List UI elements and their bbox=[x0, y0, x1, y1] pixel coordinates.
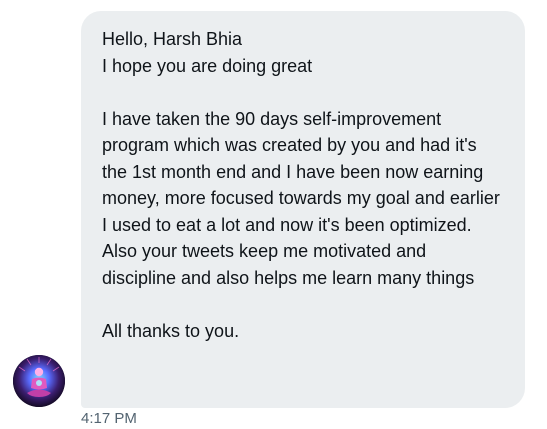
dm-conversation: Hello, Harsh Bhia I hope you are doing g… bbox=[0, 0, 547, 429]
message-paragraph-program: I have taken the 90 days self-improvemen… bbox=[102, 108, 500, 235]
meditating-figure-avatar-icon bbox=[13, 355, 65, 407]
message-line-greeting: Hello, Harsh Bhia bbox=[102, 29, 243, 49]
message-line-thanks: All thanks to you. bbox=[102, 320, 240, 341]
message-line-wellwish: I hope you are doing great bbox=[102, 55, 313, 76]
message-paragraph-tweets: Also your tweets keep me motivated and d… bbox=[102, 241, 475, 288]
sender-avatar[interactable] bbox=[13, 355, 65, 407]
message-timestamp: 4:17 PM bbox=[81, 410, 137, 427]
message-bubble[interactable]: Hello, Harsh Bhia I hope you are doing g… bbox=[81, 11, 525, 408]
